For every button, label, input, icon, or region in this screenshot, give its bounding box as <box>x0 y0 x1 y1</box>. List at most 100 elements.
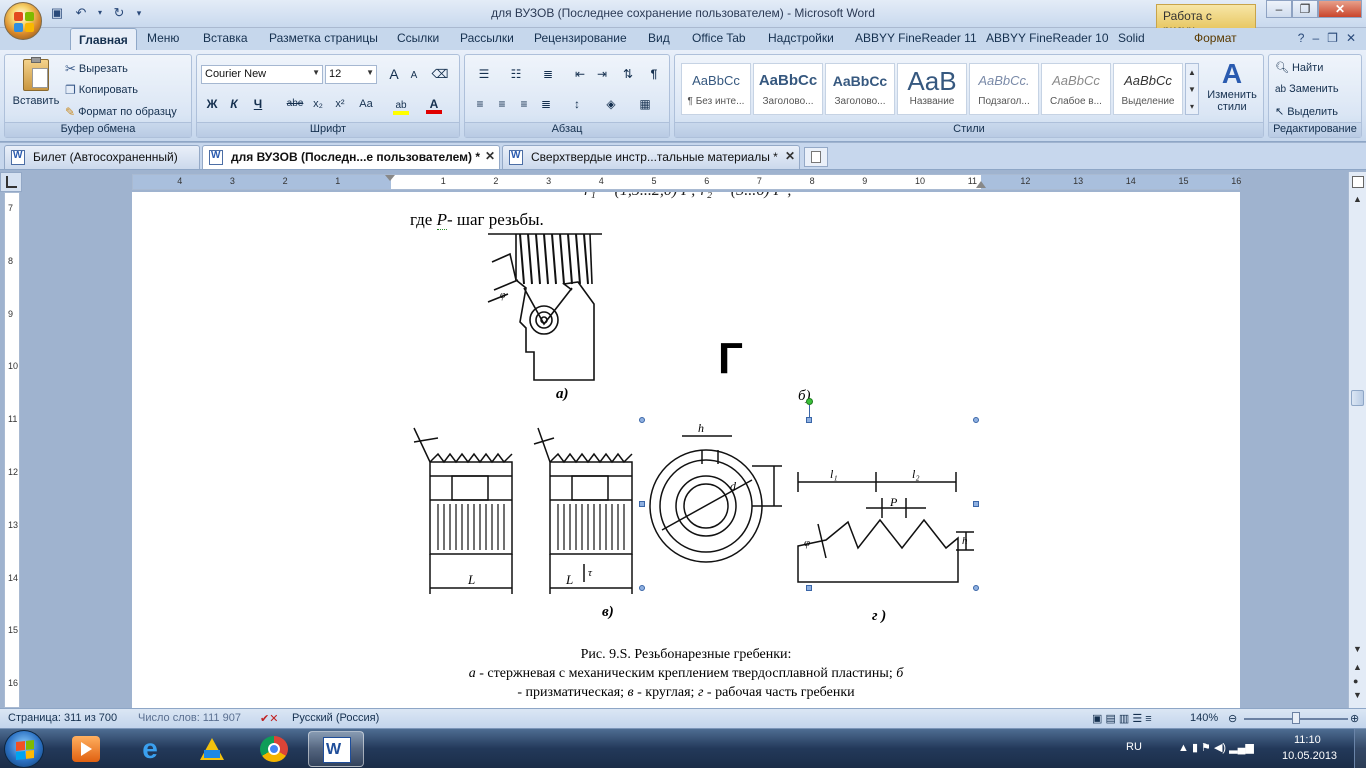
strikethrough-button[interactable]: abe <box>283 95 307 113</box>
ruler-toggle-icon[interactable] <box>1352 176 1364 188</box>
clock-date[interactable]: 10.05.2013 <box>1282 750 1337 762</box>
rotation-handle[interactable] <box>806 398 813 405</box>
close-tab-icon[interactable]: ✕ <box>485 149 495 163</box>
copy-button[interactable]: ❐ Копировать <box>65 83 138 97</box>
line-spacing-icon[interactable]: ↕ <box>565 95 589 113</box>
tab-view[interactable]: Вид <box>648 31 670 45</box>
tab-solid[interactable]: Solid <box>1118 31 1145 45</box>
font-name-combo[interactable]: Courier New ▼ <box>201 65 323 84</box>
zoom-out-icon[interactable]: ⊖ <box>1228 712 1237 725</box>
zoom-slider-thumb[interactable] <box>1292 712 1300 724</box>
start-button[interactable] <box>4 730 44 768</box>
zoom-level[interactable]: 140% <box>1190 712 1218 724</box>
style-emphasis[interactable]: AaBbCc Выделение <box>1113 63 1183 115</box>
decrease-indent-icon[interactable]: ⇤ <box>571 65 589 83</box>
align-right-icon[interactable]: ≡ <box>515 95 533 113</box>
doc-tab-bilet[interactable]: Билет (Автосохраненный) <box>4 145 200 169</box>
italic-button[interactable]: К <box>225 95 243 113</box>
previous-page-icon[interactable]: ▲ <box>1353 662 1362 672</box>
highlight-color-button[interactable]: ab <box>389 95 413 115</box>
justify-icon[interactable]: ≣ <box>537 95 555 113</box>
clock-time[interactable]: 11:10 <box>1294 734 1321 746</box>
subscript-button[interactable]: x₂ <box>309 95 327 113</box>
scroll-up-icon[interactable]: ▲ <box>1353 194 1362 204</box>
tab-format[interactable]: Формат <box>1194 31 1237 45</box>
ribbon-close-icon[interactable]: ✕ <box>1346 31 1356 45</box>
find-button[interactable]: 🔍︎ Найти <box>1275 61 1323 75</box>
shrink-font-button[interactable]: A <box>405 67 423 85</box>
tab-abbyy-11[interactable]: ABBYY FineReader 11 <box>855 31 977 45</box>
style-subtitle[interactable]: AaBbCc. Подзагол... <box>969 63 1039 115</box>
horizontal-ruler[interactable]: 4 3 2 1 1 2 3 4 5 6 7 8 9 10 11 12 13 14 15 16 <box>132 174 1241 190</box>
selection-handle[interactable] <box>639 585 645 591</box>
tab-references[interactable]: Ссылки <box>397 31 439 45</box>
scrollbar-thumb[interactable] <box>1351 390 1364 406</box>
bold-button[interactable]: Ж <box>203 95 221 113</box>
tab-insert[interactable]: Вставка <box>203 31 248 45</box>
show-desktop-button[interactable] <box>1354 729 1366 768</box>
tab-menu[interactable]: Меню <box>147 31 179 45</box>
vertical-ruler[interactable]: 7 8 9 10 11 12 13 14 15 16 <box>4 192 20 708</box>
input-language[interactable]: RU <box>1126 741 1142 753</box>
underline-button[interactable]: Ч <box>249 95 267 113</box>
tab-abbyy-10[interactable]: ABBYY FineReader 10 <box>986 31 1109 45</box>
numbering-icon[interactable]: ☷ <box>503 65 529 83</box>
doc-tab-sverhtverdye[interactable]: Сверхтвердые инстр...тальные материалы *… <box>502 145 800 169</box>
right-indent-marker-icon[interactable] <box>976 181 986 188</box>
styles-scroll[interactable]: ▲ ▼ ▾ <box>1185 63 1199 115</box>
taskbar-chrome[interactable] <box>246 731 302 767</box>
style-no-spacing[interactable]: AaBbCc ¶ Без инте... <box>681 63 751 115</box>
next-page-icon[interactable]: ▼ <box>1353 690 1362 700</box>
change-styles-button[interactable]: A Изменить стили <box>1203 59 1261 119</box>
style-heading-1[interactable]: AaBbCc Заголово... <box>753 63 823 115</box>
ribbon-minimize-icon[interactable]: – <box>1312 31 1319 45</box>
selection-handle[interactable] <box>806 417 812 423</box>
minimize-button[interactable]: – <box>1266 0 1292 18</box>
taskbar-word[interactable]: W <box>308 731 364 767</box>
font-size-combo[interactable]: 12 ▼ <box>325 65 377 84</box>
maximize-button[interactable]: ❐ <box>1292 0 1318 18</box>
tray-icons[interactable]: ▲ ▮ ⚑ ◀) ▂▄▆ <box>1178 741 1254 754</box>
browse-object-icon[interactable]: ● <box>1353 676 1358 686</box>
tab-office-tab[interactable]: Office Tab <box>692 31 746 45</box>
ribbon-restore-icon[interactable]: ❐ <box>1327 31 1338 45</box>
style-subtle-emphasis[interactable]: AaBbCc Слабое в... <box>1041 63 1111 115</box>
increase-indent-icon[interactable]: ⇥ <box>593 65 611 83</box>
show-formatting-icon[interactable]: ¶ <box>645 65 663 83</box>
word-count[interactable]: Число слов: 111 907 <box>138 712 241 724</box>
grow-font-button[interactable]: A <box>385 65 403 83</box>
close-button[interactable]: ✕ <box>1318 0 1362 18</box>
taskbar-ie[interactable]: e <box>122 731 178 767</box>
format-painter-button[interactable]: ✎ Формат по образцу <box>65 105 177 119</box>
multilevel-list-icon[interactable]: ≣ <box>535 65 561 83</box>
vertical-scrollbar[interactable]: ▲ ▼ ▲ ● ▼ <box>1348 172 1366 708</box>
style-title[interactable]: AaB Название <box>897 63 967 115</box>
indent-marker-icon[interactable] <box>385 175 395 181</box>
shading-icon[interactable]: ◈ <box>599 95 623 113</box>
help-icon[interactable]: ? <box>1298 31 1305 45</box>
cut-button[interactable]: ✂ Вырезать <box>65 61 128 77</box>
clear-formatting-icon[interactable]: ⌫ <box>431 65 449 83</box>
tab-review[interactable]: Рецензирование <box>534 31 627 45</box>
tab-mailings[interactable]: Рассылки <box>460 31 514 45</box>
zoom-in-icon[interactable]: ⊕ <box>1350 712 1359 725</box>
align-left-icon[interactable]: ≡ <box>471 95 489 113</box>
proofing-icon[interactable]: ✔✕ <box>260 712 278 725</box>
align-center-icon[interactable]: ≡ <box>493 95 511 113</box>
replace-button[interactable]: ab Заменить <box>1275 83 1339 95</box>
paste-button[interactable]: Вставить <box>11 57 61 119</box>
select-button[interactable]: ↖ Выделить <box>1275 105 1338 119</box>
page[interactable]: r₁ = (1,5...2,0)·P; r₂ = (3...6)·P ; где… <box>132 192 1240 708</box>
taskbar-media-player[interactable] <box>58 731 114 767</box>
view-buttons[interactable]: ▣ ▤ ▥ ☰ ≡ <box>1092 712 1152 725</box>
borders-icon[interactable]: ▦ <box>633 95 657 113</box>
picture-tools-context-tab[interactable]: Работа с рисун... <box>1156 4 1256 37</box>
page-count[interactable]: Страница: 311 из 700 <box>8 712 117 724</box>
selection-handle[interactable] <box>973 417 979 423</box>
tab-page-layout[interactable]: Разметка страницы <box>269 31 378 45</box>
superscript-button[interactable]: x² <box>331 95 349 113</box>
scroll-down-icon[interactable]: ▼ <box>1353 644 1362 654</box>
change-case-button[interactable]: Aa <box>355 95 377 113</box>
style-heading-2[interactable]: AaBbCc Заголово... <box>825 63 895 115</box>
font-color-button[interactable]: A <box>423 95 445 114</box>
